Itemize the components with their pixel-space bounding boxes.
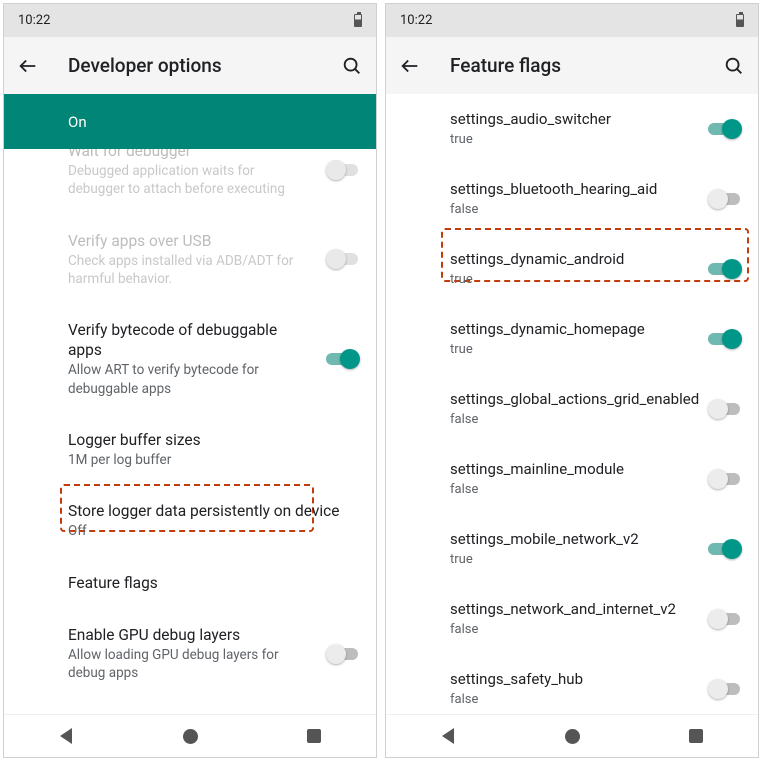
- row-title: Verify apps over USB: [68, 231, 360, 251]
- phone-developer-options: 10:22 Developer options On Wait for debu…: [3, 3, 377, 758]
- flag-title: settings_network_and_internet_v2: [450, 600, 742, 620]
- row-subtitle: Off: [68, 522, 360, 540]
- battery-icon: [354, 14, 362, 27]
- nav-back-icon[interactable]: [54, 724, 78, 748]
- clock: 10:22: [400, 13, 432, 28]
- nav-back-icon[interactable]: [436, 724, 460, 748]
- flag-toggle[interactable]: [708, 469, 742, 489]
- row-title: Enable GPU debug layers: [68, 625, 360, 645]
- nav-recent-icon[interactable]: [684, 724, 708, 748]
- row-title: Store logger data persistently on device: [68, 501, 360, 521]
- flag-toggle[interactable]: [708, 609, 742, 629]
- battery-icon: [736, 14, 744, 27]
- flag-value: true: [450, 131, 742, 149]
- flag-toggle[interactable]: [708, 259, 742, 279]
- settings-list[interactable]: Wait for debuggerDebugged application wa…: [4, 149, 376, 714]
- flag-value: false: [450, 691, 742, 709]
- search-icon[interactable]: [722, 54, 746, 78]
- row-title: Logger buffer sizes: [68, 430, 360, 450]
- page-title: Developer options: [68, 54, 316, 77]
- master-toggle-row[interactable]: On: [4, 94, 376, 149]
- row-subtitle: Check apps installed via ADB/ADT for har…: [68, 252, 360, 288]
- flag-title: settings_mobile_network_v2: [450, 530, 742, 550]
- settings-row[interactable]: Game Driver PreferencesModify Game Drive…: [4, 698, 376, 714]
- status-bar: 10:22: [386, 4, 758, 37]
- row-subtitle: Allow ART to verify bytecode for debugga…: [68, 361, 360, 397]
- flag-value: false: [450, 481, 742, 499]
- settings-row[interactable]: Store logger data persistently on device…: [4, 485, 376, 556]
- back-icon[interactable]: [398, 54, 422, 78]
- settings-row[interactable]: Verify apps over USBCheck apps installed…: [4, 215, 376, 305]
- flag-row[interactable]: settings_dynamic_androidtrue: [386, 234, 758, 304]
- flag-value: false: [450, 621, 742, 639]
- flag-value: false: [450, 411, 742, 429]
- row-toggle: [326, 160, 360, 180]
- flag-row[interactable]: settings_dynamic_homepagetrue: [386, 304, 758, 374]
- flag-value: false: [450, 201, 742, 219]
- flag-row[interactable]: settings_mobile_network_v2true: [386, 514, 758, 584]
- flag-toggle[interactable]: [708, 119, 742, 139]
- settings-row[interactable]: Wait for debuggerDebugged application wa…: [4, 149, 376, 215]
- row-title: Wait for debugger: [68, 149, 360, 161]
- flag-title: settings_dynamic_homepage: [450, 320, 742, 340]
- flag-toggle[interactable]: [708, 189, 742, 209]
- flag-title: settings_global_actions_grid_enabled: [450, 390, 742, 410]
- flag-toggle[interactable]: [708, 679, 742, 699]
- flag-toggle[interactable]: [708, 399, 742, 419]
- row-title: Feature flags: [68, 573, 360, 593]
- flag-row[interactable]: settings_mainline_modulefalse: [386, 444, 758, 514]
- search-icon[interactable]: [340, 54, 364, 78]
- row-subtitle: Debugged application waits for debugger …: [68, 162, 360, 198]
- settings-row[interactable]: Feature flags: [4, 557, 376, 609]
- settings-row[interactable]: Verify bytecode of debuggable appsAllow …: [4, 304, 376, 414]
- row-subtitle: 1M per log buffer: [68, 451, 360, 469]
- flag-title: settings_bluetooth_hearing_aid: [450, 180, 742, 200]
- row-toggle[interactable]: [326, 349, 360, 369]
- nav-bar: [4, 714, 376, 757]
- flag-value: true: [450, 341, 742, 359]
- row-subtitle: Allow loading GPU debug layers for debug…: [68, 646, 360, 682]
- flag-title: settings_mainline_module: [450, 460, 742, 480]
- flag-toggle[interactable]: [708, 329, 742, 349]
- row-title: Verify bytecode of debuggable apps: [68, 320, 360, 360]
- page-title: Feature flags: [450, 54, 698, 77]
- flag-row[interactable]: settings_audio_switchertrue: [386, 94, 758, 164]
- app-bar: Developer options: [4, 37, 376, 94]
- flag-title: settings_safety_hub: [450, 670, 742, 690]
- status-bar: 10:22: [4, 4, 376, 37]
- nav-home-icon[interactable]: [560, 724, 584, 748]
- settings-row[interactable]: Logger buffer sizes1M per log buffer: [4, 414, 376, 485]
- settings-row[interactable]: Enable GPU debug layersAllow loading GPU…: [4, 609, 376, 699]
- flag-title: settings_audio_switcher: [450, 110, 742, 130]
- flags-list[interactable]: settings_audio_switchertruesettings_blue…: [386, 94, 758, 714]
- nav-recent-icon[interactable]: [302, 724, 326, 748]
- flag-toggle[interactable]: [708, 539, 742, 559]
- flag-value: true: [450, 271, 742, 289]
- flag-row[interactable]: settings_safety_hubfalse: [386, 654, 758, 714]
- flag-row[interactable]: settings_network_and_internet_v2false: [386, 584, 758, 654]
- flag-title: settings_dynamic_android: [450, 250, 742, 270]
- nav-bar: [386, 714, 758, 757]
- flag-row[interactable]: settings_bluetooth_hearing_aidfalse: [386, 164, 758, 234]
- flag-row[interactable]: settings_global_actions_grid_enabledfals…: [386, 374, 758, 444]
- back-icon[interactable]: [16, 54, 40, 78]
- master-toggle-label: On: [68, 113, 356, 131]
- phone-feature-flags: 10:22 Feature flags settings_audio_switc…: [385, 3, 759, 758]
- app-bar: Feature flags: [386, 37, 758, 94]
- nav-home-icon[interactable]: [178, 724, 202, 748]
- flag-value: true: [450, 551, 742, 569]
- clock: 10:22: [18, 13, 50, 28]
- row-toggle[interactable]: [326, 644, 360, 664]
- row-toggle: [326, 249, 360, 269]
